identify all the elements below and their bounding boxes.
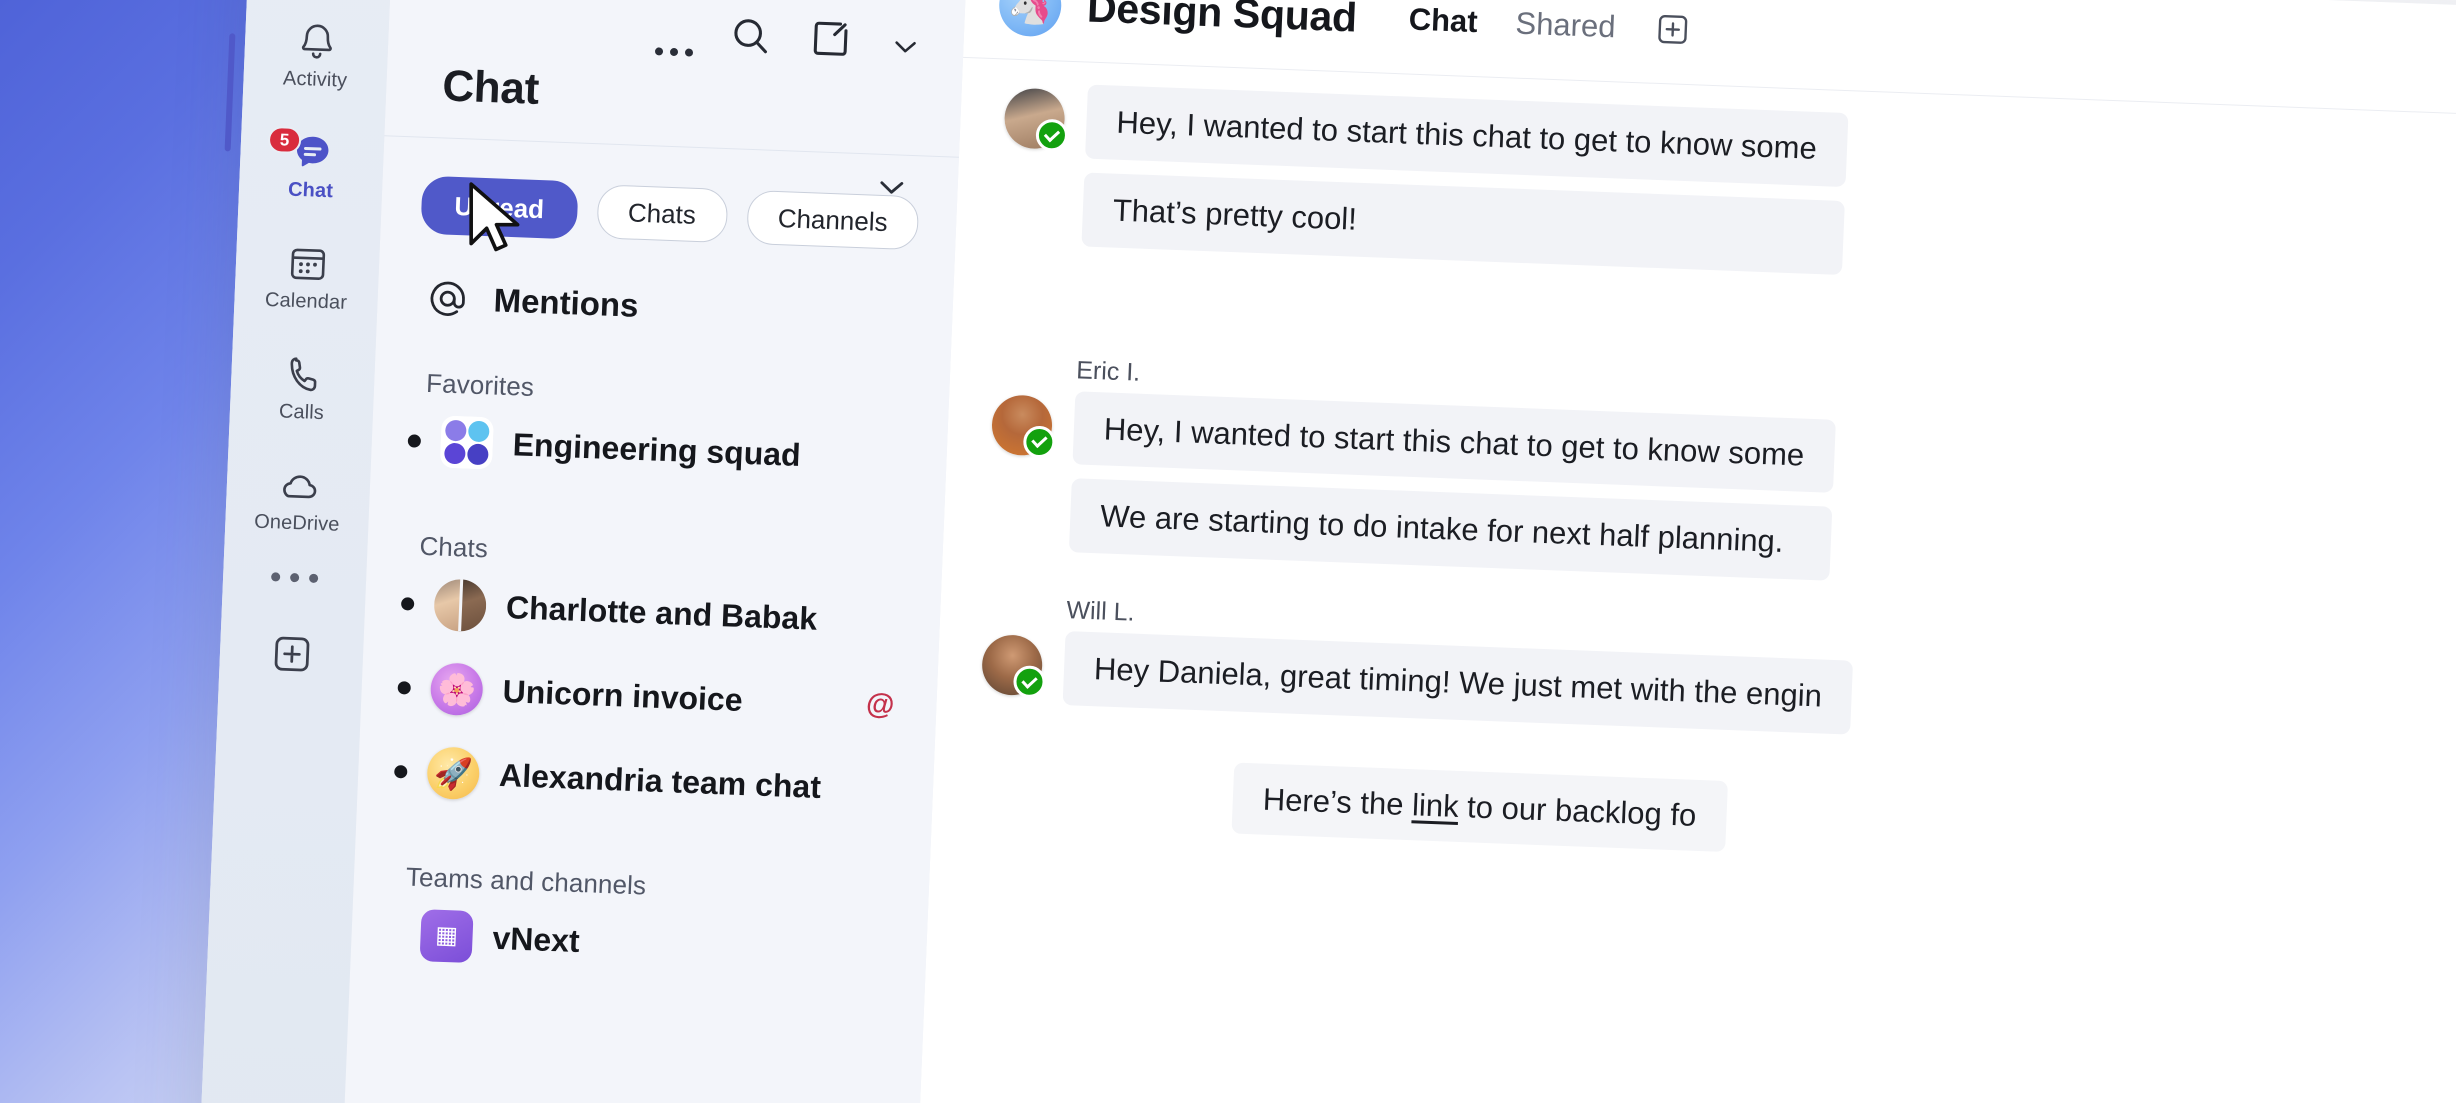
add-app-button[interactable] — [219, 629, 364, 683]
ellipsis-icon — [270, 572, 281, 582]
compose-icon — [813, 21, 848, 56]
chat-list-panel: Chat Unread Chats Channels — [338, 0, 969, 1103]
sidebar-item-label: Calendar — [264, 288, 348, 314]
mouse-cursor — [469, 182, 520, 252]
message-bubble: Here’s the link to our backlog fo — [1231, 762, 1728, 853]
compose-dropdown-button[interactable] — [887, 28, 924, 65]
list-item-label: Unicorn invoice — [501, 672, 744, 718]
sidebar-item-onedrive[interactable]: OneDrive — [225, 460, 371, 536]
message-text: Here’s the — [1262, 781, 1413, 823]
message-text: Hey, I wanted to start this chat to get … — [1103, 411, 1805, 473]
conversation-title: Design Squad — [1086, 0, 1358, 41]
search-icon — [734, 19, 767, 54]
chat-unread-badge: 5 — [267, 125, 302, 155]
ellipsis-icon — [654, 47, 664, 56]
filter-pill-chats[interactable]: Chats — [595, 184, 728, 244]
message-bubble: We are starting to do intake for next ha… — [1068, 478, 1833, 581]
avatar — [990, 393, 1057, 459]
sidebar-item-label: Activity — [282, 67, 348, 92]
conversation-panel: 🦄 Design Squad Chat Shared Hey, I wanted… — [913, 0, 2456, 1103]
phone-icon — [279, 350, 327, 398]
message-group: Hey, I wanted to start this chat to get … — [956, 80, 2456, 302]
sidebar-item-label: Chat — [287, 178, 334, 203]
avatar: 🚀 — [426, 746, 481, 801]
message-group: Eric I. Hey, I wanted to start this chat… — [943, 351, 2456, 608]
screenshot-stage: T Activity — [0, 0, 2456, 1103]
unread-dot — [394, 764, 408, 778]
message-text: We are starting to do intake for next ha… — [1099, 498, 1785, 560]
presence-available-icon — [1012, 665, 1047, 699]
ellipsis-icon — [289, 572, 300, 583]
avatar — [439, 415, 494, 470]
message-text: to our backlog fo — [1457, 789, 1697, 833]
sidebar-item-label: OneDrive — [253, 510, 340, 536]
calendar-icon — [284, 240, 332, 288]
cloud-icon — [275, 461, 323, 509]
message-bubble: Hey, I wanted to start this chat to get … — [1085, 84, 1849, 187]
sidebar-item-chat[interactable]: 5 Chat — [239, 125, 385, 203]
unread-dot — [397, 680, 412, 695]
list-item-label: Engineering squad — [512, 425, 802, 473]
search-button[interactable] — [727, 12, 775, 60]
message-text: That’s pretty cool! — [1112, 192, 1358, 237]
message-thread: Hey, I wanted to start this chat to get … — [932, 58, 2456, 867]
avatar: ▦ — [419, 909, 474, 964]
compose-button[interactable] — [807, 15, 855, 63]
avatar: 🦄 — [997, 0, 1063, 38]
add-tab-button[interactable] — [1653, 10, 1693, 49]
conversation-tabs: Chat Shared — [1408, 1, 1692, 50]
message-bubble: That’s pretty cool! — [1081, 172, 1845, 275]
more-apps-button[interactable] — [223, 570, 366, 584]
chat-list-collapse-button[interactable] — [871, 167, 913, 213]
message-text: Hey Daniela, great timing! We just met w… — [1093, 651, 1823, 714]
four-dot-icon — [439, 415, 494, 470]
chevron-down-icon — [895, 41, 916, 53]
ellipsis-icon — [308, 573, 319, 584]
tab-chat[interactable]: Chat — [1408, 2, 1478, 41]
ellipsis-icon — [669, 47, 679, 57]
avatar — [1003, 87, 1069, 152]
avatar — [433, 578, 488, 633]
ellipsis-icon — [684, 48, 694, 57]
plus-square-icon — [1657, 14, 1687, 44]
message-link[interactable]: link — [1411, 787, 1459, 824]
unread-dot — [400, 596, 415, 611]
sidebar-item-calls[interactable]: Calls — [230, 349, 376, 425]
at-icon — [425, 276, 471, 322]
list-item-label: Alexandria team chat — [498, 756, 822, 805]
presence-available-icon — [1022, 425, 1057, 459]
sidebar-item-activity[interactable]: Activity — [243, 16, 389, 92]
more-options-button[interactable] — [654, 47, 694, 57]
sidebar-item-calendar[interactable]: Calendar — [234, 238, 380, 314]
mention-indicator-icon: @ — [865, 688, 896, 722]
plus-square-icon — [268, 631, 314, 682]
presence-available-icon — [1035, 118, 1069, 152]
chevron-down-icon — [880, 181, 904, 194]
avatar — [980, 634, 1047, 699]
message-text: Hey, I wanted to start this chat to get … — [1115, 104, 1818, 166]
tab-shared[interactable]: Shared — [1515, 6, 1616, 46]
list-item-label: vNext — [491, 919, 581, 959]
message-group: Will L. Hey Daniela, great timing! We ju… — [937, 592, 2456, 762]
unread-dot — [407, 433, 422, 448]
mentions-label: Mentions — [492, 281, 640, 324]
sidebar-item-label: Calls — [278, 400, 325, 425]
avatar: 🌸 — [429, 662, 484, 717]
teams-window: T Activity — [195, 0, 2456, 1103]
list-item-label: Charlotte and Babak — [505, 588, 818, 637]
message-group: Here’s the link to our backlog fo — [932, 762, 2456, 867]
bell-icon — [293, 18, 341, 66]
